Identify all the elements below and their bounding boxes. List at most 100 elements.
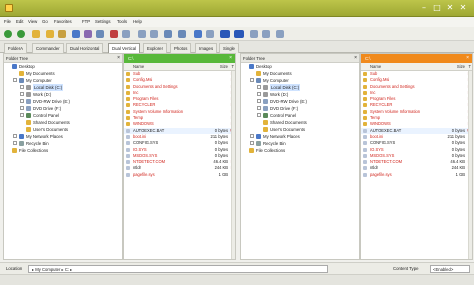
expand-icon[interactable] <box>13 134 17 138</box>
column-size[interactable]: Size <box>220 63 228 71</box>
tree-item[interactable]: My Network Places <box>4 133 122 140</box>
scrollbar[interactable] <box>231 71 235 259</box>
tab-photos[interactable]: Photos <box>170 43 192 53</box>
tree-item[interactable]: File Collections <box>241 147 359 154</box>
close-button[interactable]: ✕ <box>444 3 456 13</box>
tree-item[interactable]: My Documents <box>4 70 122 77</box>
move-icon[interactable] <box>96 30 104 38</box>
expand-icon[interactable] <box>20 99 24 103</box>
delete-icon[interactable] <box>110 30 118 38</box>
tree-item[interactable]: Desktop <box>4 63 122 70</box>
minimize-button[interactable]: – <box>418 3 430 13</box>
tree-item[interactable]: Control Panel <box>241 112 359 119</box>
tree-item[interactable]: Control Panel <box>4 112 122 119</box>
menu-help[interactable]: Help <box>133 19 142 24</box>
tree-item[interactable]: My Documents <box>241 70 359 77</box>
close-icon[interactable]: × <box>354 54 357 63</box>
tree-item[interactable]: My Computer <box>4 77 122 84</box>
column-type[interactable]: T <box>468 63 471 71</box>
tree-item[interactable]: DVD-RW Drive (E:) <box>241 98 359 105</box>
expand-icon[interactable] <box>250 78 254 82</box>
column-size[interactable]: Size <box>457 63 465 71</box>
expand-icon[interactable] <box>257 99 261 103</box>
close-icon[interactable]: × <box>117 54 120 63</box>
menu-file[interactable]: File <box>4 19 11 24</box>
tab-dual-vertical[interactable]: Dual Vertical <box>108 43 141 53</box>
dual-vertical-icon[interactable] <box>234 30 244 38</box>
search-icon[interactable] <box>58 30 66 38</box>
menu-view[interactable]: View <box>28 19 37 24</box>
expand-icon[interactable] <box>257 92 261 96</box>
tab-explorer[interactable]: Explorer <box>143 43 168 53</box>
options-icon[interactable] <box>250 30 258 38</box>
tree-item[interactable]: My Computer <box>241 77 359 84</box>
location-input[interactable]: ▸ My Computer ▸ C: ▸ <box>28 265 328 273</box>
expand-icon[interactable] <box>257 85 261 89</box>
tab-foldera[interactable]: FolderA <box>4 43 28 53</box>
maximize-button[interactable]: □ <box>431 3 443 13</box>
tree-item[interactable]: Local Disk (C:) <box>241 84 359 91</box>
column-name[interactable]: Name <box>133 63 144 71</box>
tab-dual-horizontal[interactable]: Dual Horizontal <box>66 43 104 53</box>
expand-icon[interactable] <box>257 106 261 110</box>
file-row[interactable]: pagefile.sys1 GBS <box>124 172 235 178</box>
expand-icon[interactable] <box>20 85 24 89</box>
back-icon[interactable] <box>4 30 12 38</box>
display-icon[interactable] <box>194 30 202 38</box>
expand-icon[interactable] <box>20 113 24 117</box>
tree-item[interactable]: DVD Drive (F:) <box>4 105 122 112</box>
pane-icon[interactable] <box>164 30 172 38</box>
expand-icon[interactable] <box>250 134 254 138</box>
tree-item[interactable]: User's Documents <box>4 126 122 133</box>
expand-icon[interactable] <box>20 106 24 110</box>
copy-icon[interactable] <box>84 30 92 38</box>
tree-item[interactable]: Recycle Bin <box>4 140 122 147</box>
up-folder-icon[interactable] <box>32 30 40 38</box>
tree-item[interactable]: Local Disk (C:) <box>4 84 122 91</box>
menu-favorites[interactable]: Favorites <box>54 19 72 24</box>
close-icon[interactable]: × <box>229 54 232 63</box>
column-type[interactable]: T <box>231 63 234 71</box>
tree-item[interactable]: Work (D:) <box>4 91 122 98</box>
menu-tools[interactable]: Tools <box>117 19 127 24</box>
tab-single[interactable]: Single <box>219 43 239 53</box>
tab-images[interactable]: Images <box>195 43 218 53</box>
expand-icon[interactable] <box>250 141 254 145</box>
menu-edit[interactable]: Edit <box>16 19 23 24</box>
tree-item[interactable]: Recycle Bin <box>241 140 359 147</box>
layout-icon[interactable] <box>178 30 186 38</box>
tree-item[interactable]: File Collections <box>4 147 122 154</box>
tree-item[interactable]: Desktop <box>241 63 359 70</box>
tree-item[interactable]: DVD Drive (F:) <box>241 105 359 112</box>
file-row[interactable]: pagefile.sys1 GBS <box>361 172 472 178</box>
scrollbar[interactable] <box>468 71 472 259</box>
tree-item[interactable]: My Network Places <box>241 133 359 140</box>
thumbnails-icon[interactable] <box>150 30 158 38</box>
column-name[interactable]: Name <box>370 63 381 71</box>
content-type-select[interactable]: <Enabled> <box>430 265 470 273</box>
view-icon[interactable] <box>138 30 146 38</box>
more-icon[interactable] <box>276 30 284 38</box>
refresh-icon[interactable] <box>72 30 80 38</box>
tree-item[interactable]: Shared Documents <box>4 119 122 126</box>
window-icon[interactable] <box>206 30 214 38</box>
forward-icon[interactable] <box>17 30 25 38</box>
menu-ftp[interactable]: FTP <box>82 19 90 24</box>
tree-item[interactable]: Shared Documents <box>241 119 359 126</box>
tree-item[interactable]: User's Documents <box>241 126 359 133</box>
close-icon[interactable]: × <box>466 54 469 63</box>
expand-icon[interactable] <box>20 92 24 96</box>
tab-commander[interactable]: Commander <box>32 43 64 53</box>
expand-icon[interactable] <box>13 141 17 145</box>
close-app-button[interactable]: ✕ <box>457 3 469 13</box>
settings-icon[interactable] <box>262 30 270 38</box>
expand-icon[interactable] <box>257 113 261 117</box>
properties-icon[interactable] <box>122 30 130 38</box>
folder-icon[interactable] <box>46 30 54 38</box>
menu-go[interactable]: Go <box>42 19 48 24</box>
tree-item[interactable]: DVD-RW Drive (E:) <box>4 98 122 105</box>
menu-settings[interactable]: Settings <box>95 19 111 24</box>
expand-icon[interactable] <box>13 78 17 82</box>
dual-pane-icon[interactable] <box>220 30 230 38</box>
tree-item[interactable]: Work (D:) <box>241 91 359 98</box>
